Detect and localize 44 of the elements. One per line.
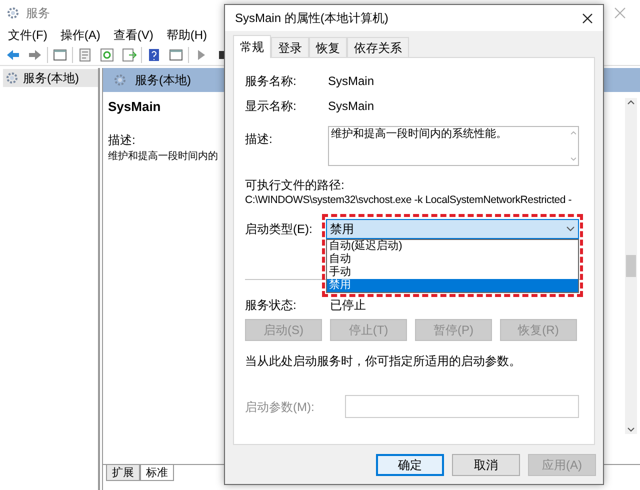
dialog-button[interactable]: 确定 xyxy=(376,454,444,476)
dropdown-option[interactable]: 手动 xyxy=(327,266,578,279)
scroll-up-icon[interactable] xyxy=(627,100,635,105)
field-label: 描述: xyxy=(245,131,274,148)
menu-item[interactable]: 查看(V) xyxy=(113,26,154,44)
field-value: SysMain xyxy=(328,73,374,90)
service-name: SysMain xyxy=(108,98,161,116)
view-tab[interactable]: 标准 xyxy=(140,465,174,481)
field-label: 可执行文件的路径: xyxy=(245,177,346,192)
field-label: 服务状态: xyxy=(245,297,298,314)
field-label: 服务名称: xyxy=(245,73,298,90)
field-label: 启动类型(E): xyxy=(245,221,314,238)
path-text: C:\WINDOWS\system32\svchost.exe -k LocalSystemNetworkRestricted - xyxy=(245,193,572,208)
scroll-down-icon[interactable] xyxy=(627,427,635,432)
field-label: 显示名称: xyxy=(245,98,298,115)
dropdown-option[interactable]: 自动 xyxy=(327,253,578,266)
tree-item[interactable]: 服务(本地) xyxy=(3,69,98,87)
dialog-title: SysMain 的属性(本地计算机) xyxy=(235,10,388,27)
scrollbar-thumb[interactable] xyxy=(626,255,636,277)
tab[interactable]: 恢复 xyxy=(309,37,347,57)
field-label: 启动参数(M): xyxy=(245,398,316,416)
status-value: 已停止 xyxy=(330,297,366,314)
chevron-down-icon xyxy=(566,226,575,232)
hint-text: 当从此处启动服务时，你可指定所适用的启动参数。 xyxy=(245,353,522,368)
window-title: 服务 xyxy=(26,5,50,22)
startup-type-dropdown[interactable]: 禁用 xyxy=(326,219,579,239)
scrollbar[interactable] xyxy=(625,98,637,434)
services-icon xyxy=(6,6,20,20)
menu-item[interactable]: 操作(A) xyxy=(60,26,100,44)
description-label: 描述: xyxy=(108,132,136,148)
dialog-button[interactable]: 取消 xyxy=(452,454,520,476)
menu-item[interactable]: 帮助(H) xyxy=(166,26,207,44)
services-icon xyxy=(113,73,127,87)
close-icon[interactable] xyxy=(582,12,593,24)
tab[interactable]: 登录 xyxy=(271,37,309,57)
field-value: SysMain xyxy=(328,98,374,115)
view-tab[interactable]: 扩展 xyxy=(106,465,140,481)
description-text: 维护和提高一段时间内的 xyxy=(108,150,218,164)
dropdown-option[interactable]: 禁用 xyxy=(327,279,578,292)
menu-item[interactable]: 文件(F) xyxy=(8,26,48,44)
tab[interactable]: 常规 xyxy=(233,35,271,58)
services-icon xyxy=(5,71,19,85)
tab[interactable]: 依存关系 xyxy=(347,37,409,57)
dropdown-option[interactable]: 自动(延迟启动) xyxy=(327,240,578,253)
